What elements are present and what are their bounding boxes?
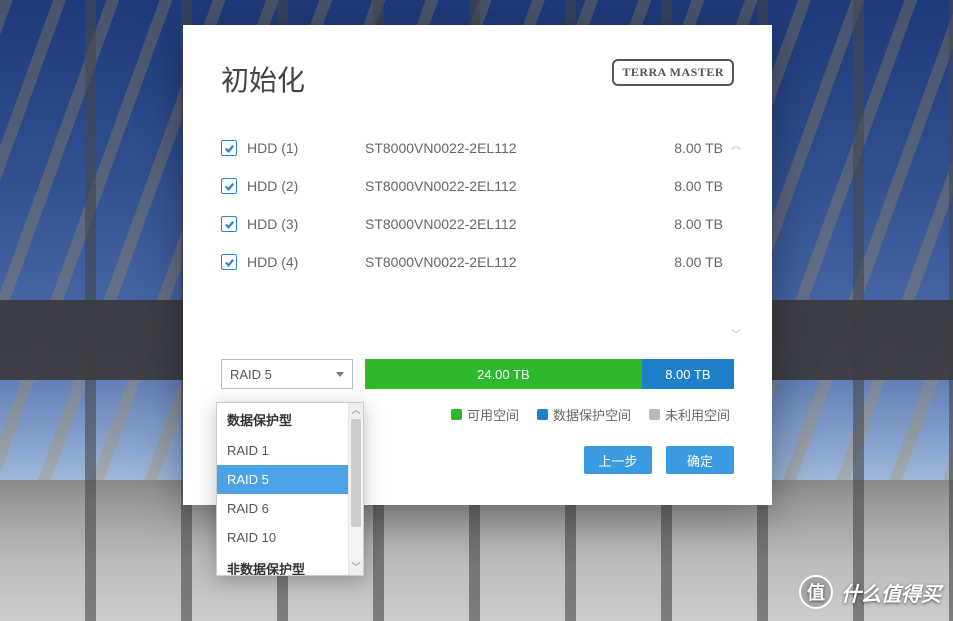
disk-name: HDD (1) [247, 140, 365, 156]
dropdown-option[interactable]: RAID 1 [217, 436, 363, 465]
dropdown-option[interactable]: RAID 6 [217, 494, 363, 523]
swatch-blue-icon [537, 409, 548, 420]
legend-usable: 可用空间 [467, 405, 519, 424]
raid-select[interactable]: RAID 5 [221, 359, 353, 389]
scroll-up-icon[interactable]: ︿ [729, 137, 743, 152]
checkbox-icon[interactable] [221, 178, 237, 194]
scrollbar-thumb[interactable] [351, 419, 361, 527]
disk-model: ST8000VN0022-2EL112 [365, 216, 645, 232]
disk-row: HDD (3) ST8000VN0022-2EL112 8.00 TB [221, 205, 725, 243]
ok-button[interactable]: 确定 [666, 446, 734, 474]
checkbox-icon[interactable] [221, 254, 237, 270]
disk-model: ST8000VN0022-2EL112 [365, 178, 645, 194]
capacity-usable: 24.00 TB [365, 359, 642, 389]
raid-dropdown: 数据保护型 RAID 1 RAID 5 RAID 6 RAID 10 非数据保护… [216, 402, 364, 576]
watermark: 值 什么值得买 [799, 575, 941, 609]
dropdown-group-label: 非数据保护型 [217, 552, 363, 575]
chevron-down-icon[interactable]: ﹀ [349, 560, 363, 575]
legend-protect: 数据保护空间 [553, 405, 631, 424]
swatch-gray-icon [649, 409, 660, 420]
disk-list: HDD (1) ST8000VN0022-2EL112 8.00 TB HDD … [221, 129, 734, 349]
capacity-protect: 8.00 TB [642, 359, 734, 389]
legend-unused: 未利用空间 [665, 405, 730, 424]
disk-name: HDD (3) [247, 216, 365, 232]
watermark-badge-icon: 值 [799, 575, 833, 609]
dropdown-scrollbar[interactable]: ︿ ﹀ [348, 403, 363, 575]
disk-size: 8.00 TB [645, 254, 725, 270]
brand-logo: TERRA MASTER [612, 59, 734, 86]
disk-name: HDD (2) [247, 178, 365, 194]
page-title: 初始化 [221, 59, 305, 99]
swatch-green-icon [451, 409, 462, 420]
disk-size: 8.00 TB [645, 140, 725, 156]
disk-model: ST8000VN0022-2EL112 [365, 254, 645, 270]
disk-row: HDD (4) ST8000VN0022-2EL112 8.00 TB [221, 243, 725, 281]
dropdown-option-selected[interactable]: RAID 5 [217, 465, 363, 494]
disk-row: HDD (2) ST8000VN0022-2EL112 8.00 TB [221, 167, 725, 205]
checkbox-icon[interactable] [221, 140, 237, 156]
disk-model: ST8000VN0022-2EL112 [365, 140, 645, 156]
checkbox-icon[interactable] [221, 216, 237, 232]
disk-row: HDD (1) ST8000VN0022-2EL112 8.00 TB [221, 129, 725, 167]
chevron-down-icon [336, 372, 344, 377]
prev-button[interactable]: 上一步 [584, 446, 652, 474]
disk-size: 8.00 TB [645, 178, 725, 194]
chevron-up-icon[interactable]: ︿ [349, 403, 363, 418]
dropdown-option[interactable]: RAID 10 [217, 523, 363, 552]
raid-selected-label: RAID 5 [230, 367, 272, 382]
watermark-text: 什么值得买 [841, 578, 941, 607]
disk-size: 8.00 TB [645, 216, 725, 232]
disk-name: HDD (4) [247, 254, 365, 270]
capacity-bar: 24.00 TB 8.00 TB [365, 359, 734, 389]
dropdown-group-label: 数据保护型 [217, 403, 363, 436]
scroll-down-icon[interactable]: ﹀ [729, 326, 743, 341]
